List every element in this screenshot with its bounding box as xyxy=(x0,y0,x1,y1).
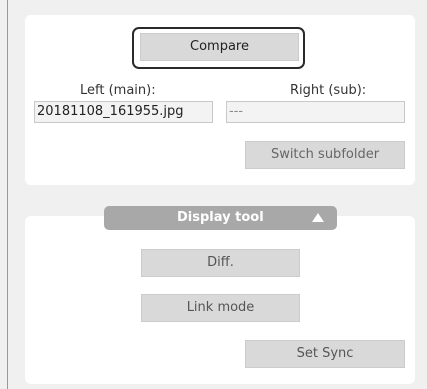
left-main-field[interactable]: 20181108_161955.jpg xyxy=(34,101,213,123)
link-mode-button[interactable]: Link mode xyxy=(141,294,300,322)
diff-button[interactable]: Diff. xyxy=(141,249,300,277)
display-tool-label: Display tool xyxy=(177,210,264,225)
switch-subfolder-button[interactable]: Switch subfolder xyxy=(245,141,405,169)
right-sub-label: Right (sub): xyxy=(290,83,367,98)
triangle-up-icon[interactable] xyxy=(312,213,324,222)
compare-button[interactable]: Compare xyxy=(140,33,299,61)
display-tool-header[interactable]: Display tool xyxy=(104,206,337,230)
right-sub-field[interactable]: --- xyxy=(226,101,405,123)
set-sync-button[interactable]: Set Sync xyxy=(245,340,405,368)
left-main-label: Left (main): xyxy=(80,83,156,98)
